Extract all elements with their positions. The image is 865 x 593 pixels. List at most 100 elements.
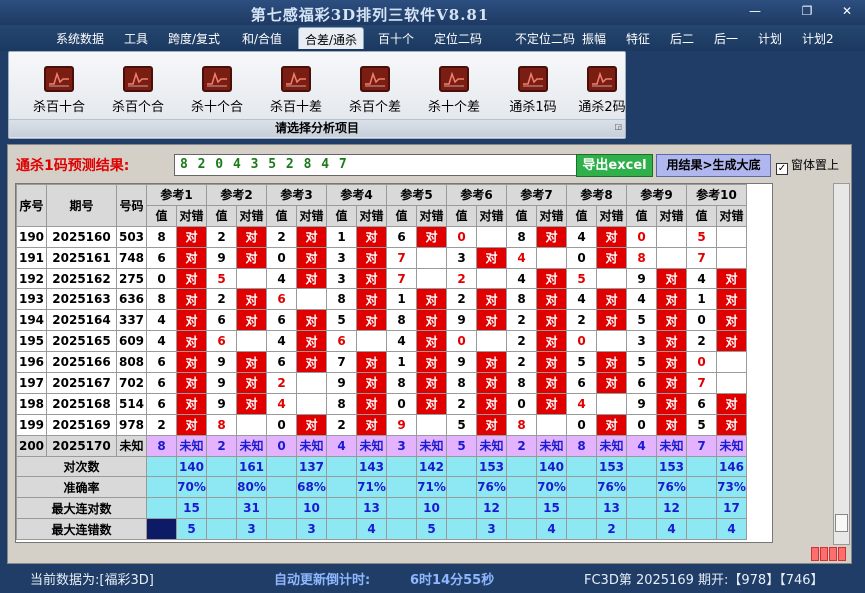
result-cell: 对 [176,225,207,248]
ref-header-10: 参考10 [686,184,747,206]
result-cell: 对 [416,309,447,332]
stat-spacer [506,497,537,520]
stat-spacer [446,455,477,478]
value-cell: 6 [566,372,597,394]
ribbon-button-0[interactable]: 杀百十合 [21,66,97,115]
result-cell: 对 [236,225,267,248]
table-row[interactable]: 198 2025168 514 6 对 9 对 4 8 对 0 对 2 对 0 对 4 9 对 6 对 [16,392,747,415]
period-cell: 2025162 [46,267,117,290]
menu-item-1[interactable]: 工具 [124,30,148,47]
table-row[interactable]: 194 2025164 337 4 对 6 对 6 对 5 对 8 对 9 对 2 对 2 对 5 对 0 对 [16,309,747,332]
seq-cell: 198 [16,392,47,415]
table-row[interactable]: 192 2025162 275 0 对 5 4 对 3 对 7 2 4 对 5 9 对 4 对 [16,267,747,290]
result-cell: 对 [356,413,387,436]
vertical-scrollbar[interactable] [833,183,850,545]
stat-spacer [566,518,597,541]
stat-spacer [506,518,537,541]
result-cell: 对 [356,225,387,248]
value-cell: 9 [206,392,237,415]
ribbon-button-3[interactable]: 杀百十差 [258,66,334,115]
menu-item-2[interactable]: 跨度/复式 [168,30,220,47]
value-cell: 0 [686,309,717,332]
menu-item-7[interactable]: 不定位二码 [515,30,575,47]
stat-spacer [506,476,537,499]
value-cell: 4 [566,225,597,248]
table-row[interactable]: 191 2025161 748 6 对 9 对 0 对 3 对 7 3 对 4 0 对 8 7 [16,246,747,269]
stat-label: 最大连错数 [16,518,147,541]
value-cell: 0 [146,267,177,290]
result-cell: 对 [596,309,627,332]
ribbon-button-7[interactable]: 通杀2码 [564,66,640,115]
menu-item-10[interactable]: 后二 [670,30,694,47]
ribbon-button-2[interactable]: 杀十个合 [179,66,255,115]
generate-base-button[interactable]: 用结果>生成大底 [656,154,771,177]
result-cell: 对 [536,330,567,353]
menu-item-6[interactable]: 定位二码 [434,30,482,47]
maximize-button[interactable]: ❐ [796,2,818,20]
chart-icon [202,66,232,92]
stat-value: 76% [476,476,507,499]
pin-window-checkbox[interactable]: ✓ 窗体置上 [776,156,839,175]
scrollbar-thumb[interactable] [835,514,848,532]
menu-item-13[interactable]: 计划2 [802,30,834,47]
value-cell: 8 [146,288,177,311]
table-row[interactable]: 199 2025169 978 2 对 8 0 对 2 对 9 5 对 8 0 对 0 对 5 对 [16,413,747,436]
code-cell: 609 [116,330,147,353]
table-row[interactable]: 197 2025167 702 6 对 9 对 2 9 对 8 对 8 对 8 对 6 对 6 对 7 [16,372,747,394]
value-subheader: 值 [146,204,177,227]
code-cell: 514 [116,392,147,415]
result-cell: 对 [176,413,207,436]
seq-cell: 200 [16,434,47,457]
menu-item-9[interactable]: 特征 [626,30,650,47]
value-cell: 5 [626,309,657,332]
value-cell: 4 [626,434,657,457]
ribbon-button-6[interactable]: 通杀1码 [495,66,571,115]
export-excel-button[interactable]: 导出excel [576,154,653,177]
checkbox-check-icon[interactable]: ✓ [776,163,788,175]
value-cell: 4 [266,392,297,415]
value-cell: 0 [446,225,477,248]
stat-value: 70% [536,476,567,499]
result-cell [656,246,687,269]
stat-value: 76% [596,476,627,499]
value-cell: 0 [626,225,657,248]
stat-value: 4 [536,518,567,541]
table-row[interactable]: 190 2025160 503 8 对 2 对 2 对 1 对 6 对 0 8 对 4 对 0 5 [16,225,747,248]
result-cell [476,330,507,353]
ribbon-button-1[interactable]: 杀百个合 [100,66,176,115]
table-row[interactable]: 196 2025166 808 6 对 9 对 6 对 7 对 1 对 9 对 2 对 5 对 5 对 0 [16,351,747,374]
menu-item-0[interactable]: 系统数据 [56,30,104,47]
table-row[interactable]: 195 2025165 609 4 对 6 4 对 6 4 对 0 2 对 0 3 对 2 对 [16,330,747,353]
period-cell: 2025170 [46,434,117,457]
status-bar: 当前数据为:[福彩3D] 自动更新倒计时: 6时14分55秒 FC3D第 202… [0,567,865,593]
result-cell [416,413,447,436]
stat-value: 143 [356,455,387,478]
menu-item-4[interactable]: 合差/通杀 [298,27,365,49]
menu-item-8[interactable]: 振幅 [582,30,606,47]
ref-header-8: 参考8 [566,184,627,206]
seq-cell: 195 [16,330,47,353]
result-cell [536,413,567,436]
menu-item-12[interactable]: 计划 [758,30,782,47]
result-subheader: 对错 [416,204,447,227]
value-cell: 8 [206,413,237,436]
ribbon-button-5[interactable]: 杀十个差 [416,66,492,115]
stat-spacer [686,518,717,541]
result-cell: 对 [476,413,507,436]
chart-icon [360,66,390,92]
ribbon-expand-icon[interactable]: ◲ [614,118,622,135]
result-cell: 对 [536,392,567,415]
menu-item-3[interactable]: 和/合值 [242,30,282,47]
menu-item-5[interactable]: 百十个 [378,30,414,47]
minimize-button[interactable]: — [744,2,766,20]
prediction-result-field[interactable]: 8 2 0 4 3 5 2 8 4 7 [174,154,582,176]
value-cell: 2 [206,288,237,311]
pending-row[interactable]: 200 2025170 未知 8 未知 2 未知 0 未知 4 未知 3 未知 5 未知 2 未知 8 未知 4 未知 7… [16,434,747,457]
ribbon-button-label: 杀百十合 [32,100,85,115]
ribbon-button-4[interactable]: 杀百个差 [337,66,413,115]
close-button[interactable]: ✕ [836,2,858,20]
value-cell: 6 [266,351,297,374]
menu-item-11[interactable]: 后一 [714,30,738,47]
table-row[interactable]: 193 2025163 636 8 对 2 对 6 8 对 1 对 2 对 8 对 4 对 4 对 1 对 [16,288,747,311]
stat-spacer [626,455,657,478]
